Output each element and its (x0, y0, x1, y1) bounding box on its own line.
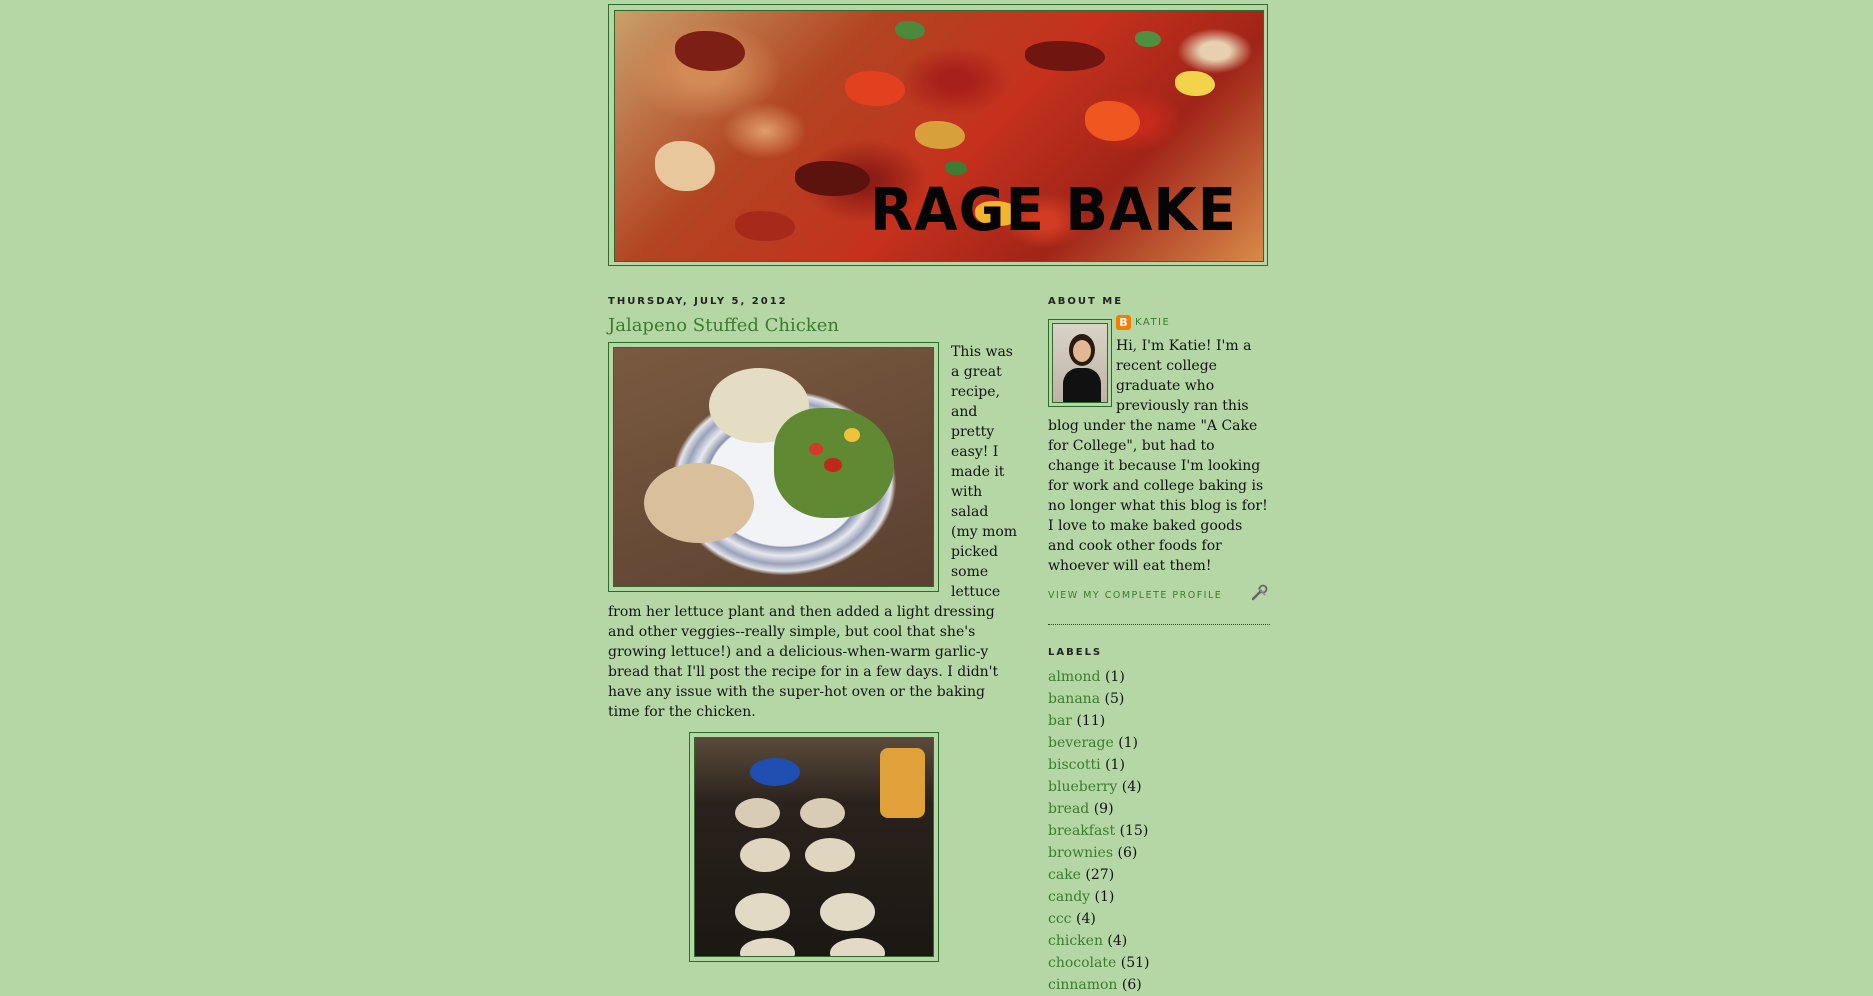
label-count: (6) (1121, 977, 1142, 993)
label-link[interactable]: candy (1048, 889, 1090, 905)
profile-widget: B Katie Hi, I'm Katie! I'm a recent coll… (1048, 315, 1270, 606)
about-me-title: About Me (1048, 296, 1124, 307)
label-link[interactable]: ccc (1048, 911, 1072, 927)
labels-list: almond (1) banana (5) bar (11) beverage (1)… (1048, 666, 1270, 996)
edit-wrench-icon[interactable] (1250, 584, 1270, 606)
post-photo-plate[interactable] (608, 342, 939, 592)
label-item: ccc (4) (1048, 908, 1270, 930)
label-item: bread (9) (1048, 798, 1270, 820)
label-count: (1) (1094, 889, 1115, 905)
label-link[interactable]: banana (1048, 691, 1100, 707)
blog-title: RAGE BAKE (870, 176, 1237, 245)
post-photo-baking-sheet[interactable] (689, 732, 939, 962)
label-count: (15) (1119, 823, 1149, 839)
label-link[interactable]: almond (1048, 669, 1101, 685)
labels-title: Labels (1048, 647, 1103, 658)
label-item: biscotti (1) (1048, 754, 1270, 776)
label-link[interactable]: chocolate (1048, 955, 1116, 971)
label-link[interactable]: chicken (1048, 933, 1103, 949)
post-title[interactable]: Jalapeno Stuffed Chicken (608, 315, 1018, 336)
label-link[interactable]: breakfast (1048, 823, 1115, 839)
label-count: (9) (1093, 801, 1114, 817)
label-link[interactable]: blueberry (1048, 779, 1117, 795)
label-link[interactable]: cinnamon (1048, 977, 1117, 993)
label-item: cinnamon (6) (1048, 974, 1270, 996)
sidebar-divider (1048, 624, 1270, 625)
profile-photo[interactable] (1048, 319, 1112, 407)
label-count: (1) (1118, 735, 1139, 751)
label-item: bar (11) (1048, 710, 1270, 732)
label-link[interactable]: bar (1048, 713, 1072, 729)
label-count: (1) (1104, 669, 1125, 685)
label-count: (4) (1121, 779, 1142, 795)
header-banner-image[interactable]: RAGE BAKE (614, 10, 1264, 262)
post-body: This was a great recipe, and pretty easy… (608, 342, 1018, 962)
label-count: (6) (1117, 845, 1138, 861)
blog-header: RAGE BAKE (608, 4, 1268, 266)
label-link[interactable]: bread (1048, 801, 1089, 817)
label-item: candy (1) (1048, 886, 1270, 908)
profile-name-row: B Katie (1116, 315, 1270, 330)
label-item: blueberry (4) (1048, 776, 1270, 798)
label-link[interactable]: cake (1048, 867, 1081, 883)
label-item: chocolate (51) (1048, 952, 1270, 974)
label-link[interactable]: biscotti (1048, 757, 1101, 773)
label-count: (11) (1076, 713, 1106, 729)
label-item: beverage (1) (1048, 732, 1270, 754)
main-column: Thursday, July 5, 2012 Jalapeno Stuffed … (608, 296, 1018, 962)
label-count: (1) (1105, 757, 1125, 773)
label-link[interactable]: brownies (1048, 845, 1113, 861)
label-item: breakfast (15) (1048, 820, 1270, 842)
label-item: brownies (6) (1048, 842, 1270, 864)
label-count: (4) (1107, 933, 1128, 949)
label-count: (5) (1104, 691, 1125, 707)
sidebar: About Me B Katie Hi, I'm Katie! I'm a re… (1048, 296, 1270, 996)
label-item: almond (1) (1048, 666, 1270, 688)
label-item: chicken (4) (1048, 930, 1270, 952)
post-date: Thursday, July 5, 2012 (608, 296, 788, 307)
label-link[interactable]: beverage (1048, 735, 1114, 751)
label-count: (51) (1120, 955, 1150, 971)
blogger-icon: B (1116, 315, 1131, 330)
label-count: (4) (1075, 911, 1096, 927)
label-item: cake (27) (1048, 864, 1270, 886)
label-item: banana (5) (1048, 688, 1270, 710)
profile-link-row: View my complete profile (1048, 584, 1270, 606)
label-count: (27) (1085, 867, 1115, 883)
profile-name-link[interactable]: Katie (1135, 317, 1170, 328)
view-profile-link[interactable]: View my complete profile (1048, 590, 1222, 601)
